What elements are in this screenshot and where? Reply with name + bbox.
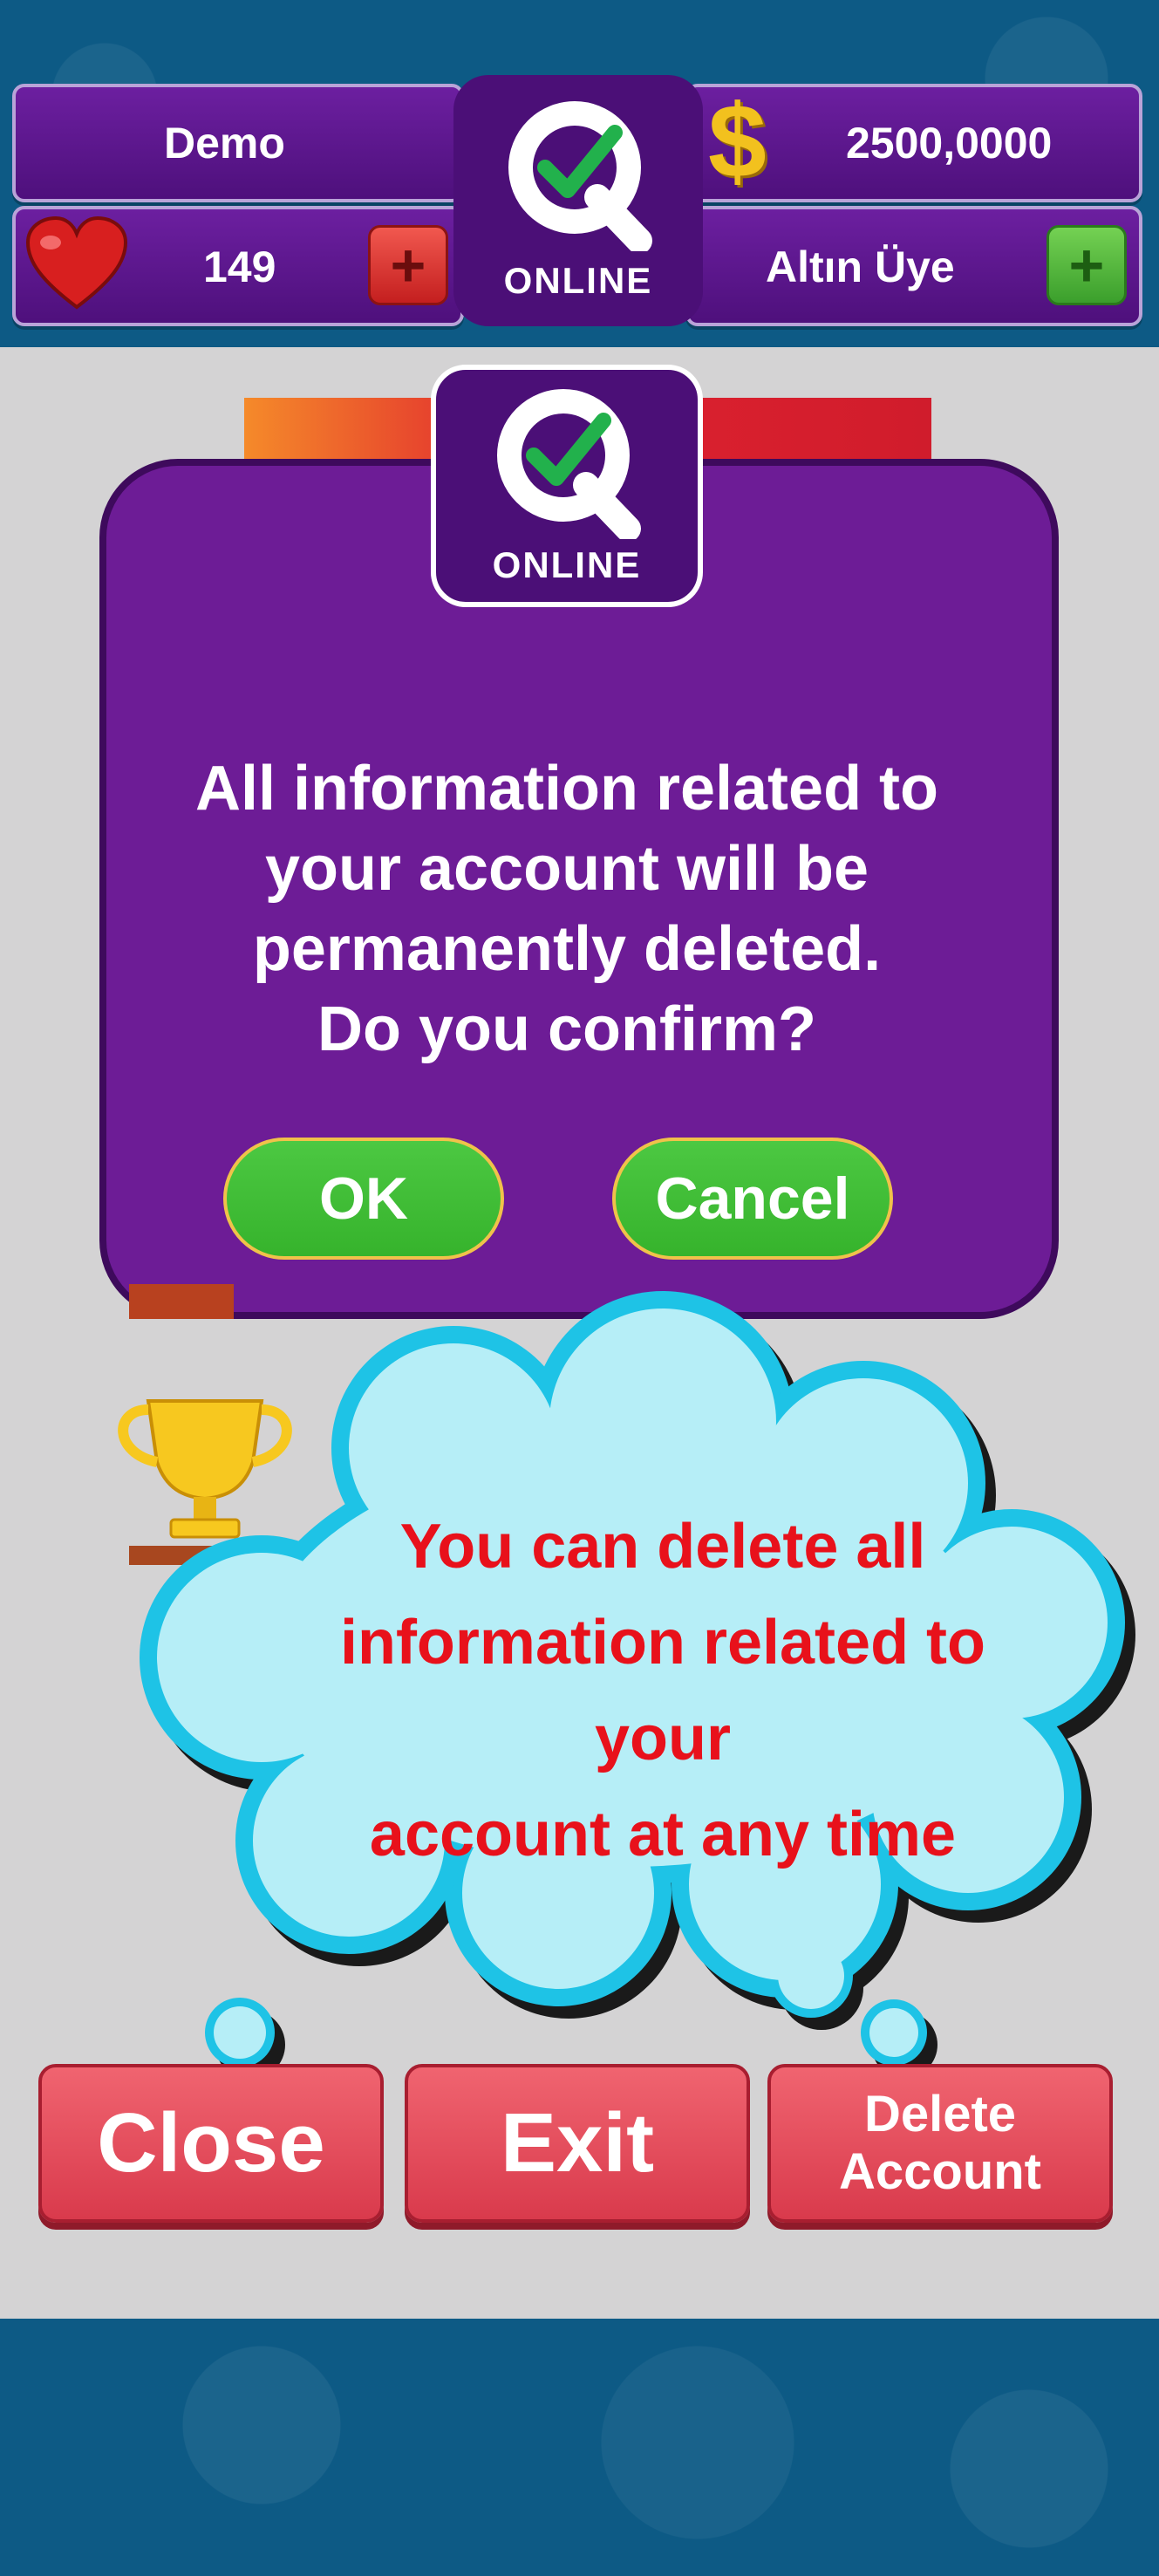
delete-account-button[interactable]: Delete Account — [767, 2064, 1113, 2223]
tooltip-text: You can delete all information related t… — [339, 1512, 986, 1869]
exit-button[interactable]: Exit — [405, 2064, 750, 2223]
close-button[interactable]: Close — [38, 2064, 384, 2223]
